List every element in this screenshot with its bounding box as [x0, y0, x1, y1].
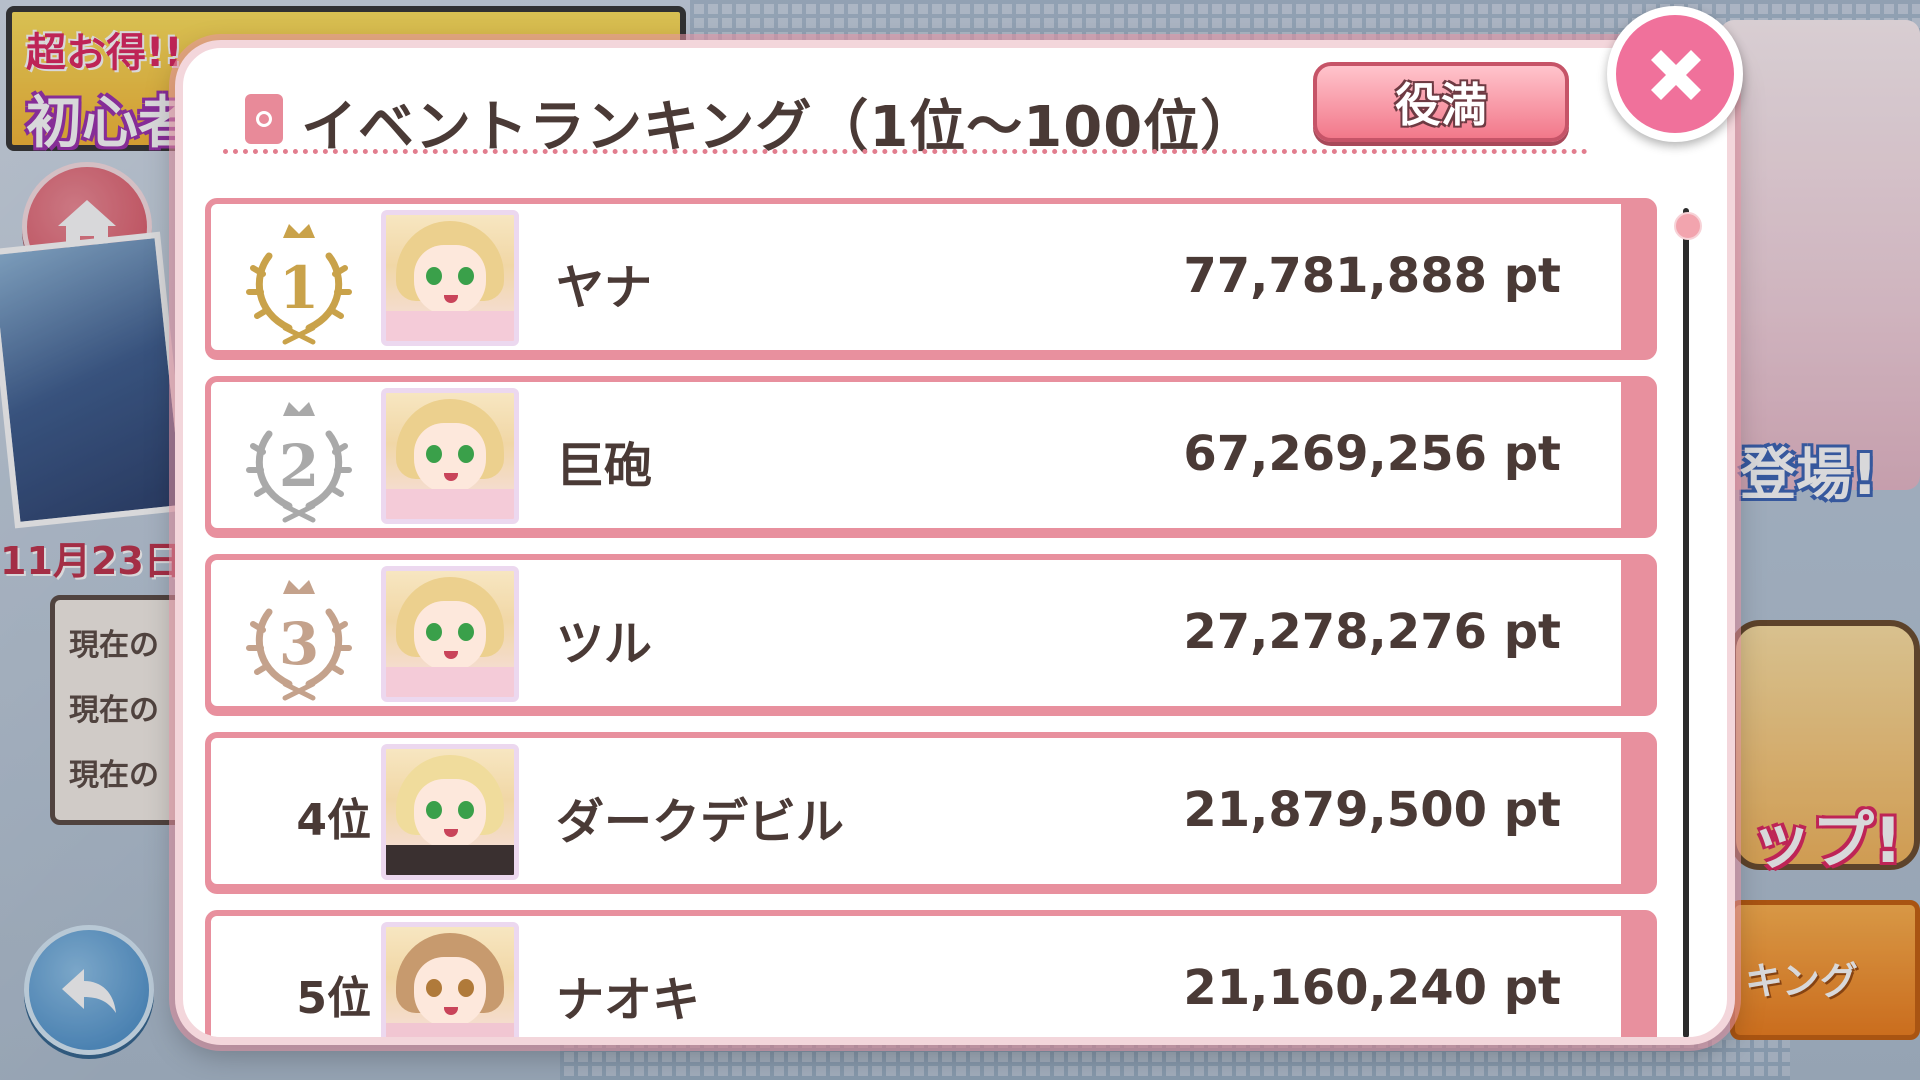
rank-silver-wreath-icon: 2: [239, 394, 359, 524]
player-name: 巨砲: [556, 438, 653, 494]
rank-number: 1: [278, 254, 320, 322]
player-name: ヤナ: [556, 260, 653, 316]
player-avatar[interactable]: [381, 566, 519, 702]
event-ranking-dialog: イベントランキング（1位～100位） 役満 1 ヤナ 77,781,888 pt 2 巨…: [175, 40, 1735, 1045]
rank-number: 2: [278, 432, 320, 500]
ranking-row[interactable]: 3 ツル 27,278,276 pt: [205, 554, 1657, 712]
player-avatar[interactable]: [381, 922, 519, 1037]
player-score: 67,269,256 pt: [1183, 426, 1561, 482]
ranking-book-icon: [245, 94, 283, 144]
rank-label: 5位: [296, 973, 371, 1024]
player-avatar[interactable]: [381, 388, 519, 524]
player-score: 27,278,276 pt: [1183, 604, 1561, 660]
yakuman-button-label: 役満: [1395, 78, 1487, 132]
player-name: ナオキ: [556, 972, 701, 1028]
player-avatar[interactable]: [381, 210, 519, 346]
title-divider: [223, 149, 1588, 154]
rank-number: 3: [278, 610, 320, 678]
rank-label: 4位: [296, 795, 371, 846]
close-button[interactable]: [1607, 6, 1743, 142]
player-score: 77,781,888 pt: [1183, 248, 1561, 304]
ranking-row[interactable]: 5位 ナオキ 21,160,240 pt: [205, 910, 1657, 1037]
player-name: ツル: [556, 616, 653, 672]
scroll-thumb[interactable]: [1674, 212, 1702, 240]
close-x-icon: [1651, 50, 1701, 100]
player-avatar[interactable]: [381, 744, 519, 880]
rank-gold-wreath-icon: 1: [239, 216, 359, 346]
ranking-row[interactable]: 4位 ダークデビル 21,879,500 pt: [205, 732, 1657, 890]
player-name: ダークデビル: [556, 794, 845, 850]
ranking-row[interactable]: 2 巨砲 67,269,256 pt: [205, 376, 1657, 534]
player-score: 21,160,240 pt: [1183, 960, 1561, 1016]
ranking-list[interactable]: 1 ヤナ 77,781,888 pt 2 巨砲 67,269,256 pt 3 ツル 27,27…: [205, 198, 1660, 1037]
ranking-row[interactable]: 1 ヤナ 77,781,888 pt: [205, 198, 1657, 356]
ranking-scrollbar[interactable]: [1674, 208, 1702, 1037]
yakuman-button[interactable]: 役満: [1313, 62, 1569, 142]
player-score: 21,879,500 pt: [1183, 782, 1561, 838]
rank-bronze-wreath-icon: 3: [239, 572, 359, 702]
